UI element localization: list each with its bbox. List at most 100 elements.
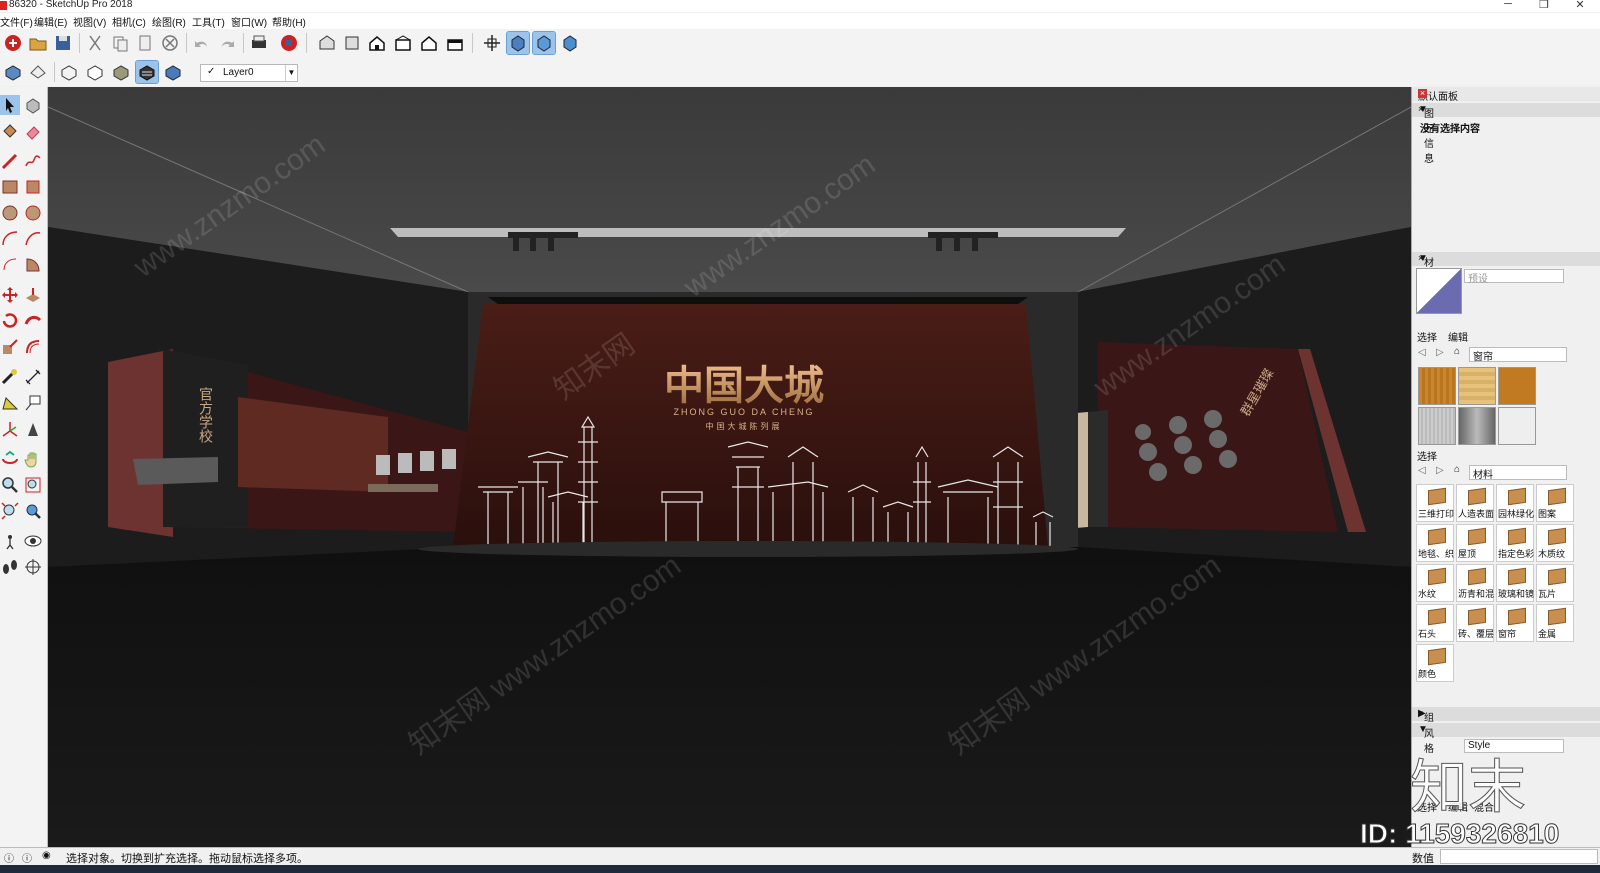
two-point-arc-icon[interactable] bbox=[23, 229, 43, 249]
section-plane-icon[interactable] bbox=[27, 61, 49, 83]
xray-axes-icon[interactable] bbox=[481, 32, 503, 54]
close-icon[interactable]: × bbox=[1418, 708, 1598, 718]
component-icon[interactable] bbox=[2, 61, 24, 83]
previous-view-icon[interactable] bbox=[23, 501, 43, 521]
redo-icon[interactable] bbox=[216, 32, 238, 54]
material-folder[interactable]: 颜色 bbox=[1416, 644, 1454, 682]
material-swatch[interactable] bbox=[1498, 367, 1536, 405]
back-arrow-icon[interactable]: ◁ bbox=[1418, 465, 1426, 476]
monochrome-icon[interactable] bbox=[162, 61, 184, 83]
menu-edit[interactable]: 编辑(E) bbox=[34, 14, 67, 29]
material-folder[interactable]: 砖、覆层 bbox=[1456, 604, 1494, 642]
menu-draw[interactable]: 绘图(R) bbox=[152, 14, 186, 29]
material-folder[interactable]: 瓦片 bbox=[1536, 564, 1574, 602]
top-view-icon[interactable] bbox=[341, 32, 363, 54]
menu-file[interactable]: 文件(F) bbox=[0, 14, 33, 29]
close-icon[interactable]: × bbox=[1418, 89, 1427, 98]
textured-icon[interactable] bbox=[135, 60, 159, 84]
zoom-window-icon[interactable] bbox=[23, 475, 43, 495]
menu-view[interactable]: 视图(V) bbox=[73, 14, 106, 29]
orbit-icon[interactable] bbox=[0, 449, 20, 469]
credits-icon[interactable]: ⓘ bbox=[22, 850, 32, 865]
tape-measure-icon[interactable] bbox=[0, 367, 20, 387]
styles-header[interactable]: ▼ 风格 bbox=[1412, 723, 1600, 755]
close-icon[interactable]: × bbox=[1418, 253, 1598, 263]
right-view-icon[interactable] bbox=[392, 32, 414, 54]
rotated-rectangle-icon[interactable] bbox=[23, 177, 43, 197]
arc-icon[interactable] bbox=[0, 229, 20, 249]
three-point-arc-icon[interactable] bbox=[0, 255, 20, 275]
material-folder[interactable]: 玻璃和镜子 bbox=[1496, 564, 1534, 602]
erase-icon[interactable] bbox=[159, 32, 181, 54]
shaded-icon[interactable] bbox=[110, 61, 132, 83]
material-folder[interactable]: 水纹 bbox=[1416, 564, 1454, 602]
left-view-icon[interactable] bbox=[444, 32, 466, 54]
material-folder[interactable]: 金属 bbox=[1536, 604, 1574, 642]
offset-icon[interactable] bbox=[23, 337, 43, 357]
hidden-line-icon[interactable] bbox=[84, 61, 106, 83]
material-preview[interactable] bbox=[1416, 268, 1462, 314]
close-button[interactable]: ✕ bbox=[1570, 0, 1590, 11]
material-folder[interactable]: 地毯、织物 bbox=[1416, 524, 1454, 562]
close-icon[interactable]: × bbox=[1418, 104, 1598, 114]
undo-icon[interactable] bbox=[191, 32, 213, 54]
menu-tools[interactable]: 工具(T) bbox=[192, 14, 225, 29]
save-icon[interactable] bbox=[52, 32, 74, 54]
material-folder[interactable]: 沥青和混凝土 bbox=[1456, 564, 1494, 602]
tab-edit[interactable]: 编辑 bbox=[1448, 329, 1468, 344]
textured-style-icon[interactable] bbox=[532, 31, 556, 55]
freehand-icon[interactable] bbox=[23, 151, 43, 171]
select-arrow-icon[interactable] bbox=[0, 95, 20, 115]
material-library-dropdown[interactable]: 窗帘 bbox=[1469, 347, 1567, 363]
components-header[interactable]: ▶ 组件 × bbox=[1412, 707, 1600, 739]
model-info-icon[interactable] bbox=[278, 32, 300, 54]
cut-icon[interactable] bbox=[84, 32, 106, 54]
back-arrow-icon[interactable]: ◁ bbox=[1418, 347, 1426, 358]
material-folder[interactable]: 指定色彩 bbox=[1496, 524, 1534, 562]
scale-icon[interactable] bbox=[0, 337, 20, 357]
rotate-icon[interactable] bbox=[0, 311, 20, 331]
open-folder-icon[interactable] bbox=[27, 32, 49, 54]
material-folder[interactable]: 人造表面 bbox=[1456, 484, 1494, 522]
3d-viewport[interactable]: 官方学校 群星璀璨 中国大城 ZHONG GUO DA CHENG 中国大城陈列… bbox=[48, 87, 1411, 847]
entity-info-header[interactable]: ▼ 图元信息 × bbox=[1412, 103, 1600, 165]
zoom-extents-icon[interactable] bbox=[0, 501, 20, 521]
home-icon[interactable]: ⌂ bbox=[1454, 464, 1460, 475]
material-folder[interactable]: 图案 bbox=[1536, 484, 1574, 522]
monochrome-style-icon[interactable] bbox=[559, 32, 581, 54]
chevron-down-icon[interactable]: ▼ bbox=[285, 65, 297, 81]
menu-window[interactable]: 窗口(W) bbox=[231, 14, 267, 29]
tab-select[interactable]: 选择 bbox=[1417, 329, 1437, 344]
user-icon[interactable]: ◉ bbox=[42, 850, 51, 861]
geolocation-icon[interactable]: ⓘ bbox=[4, 850, 14, 865]
material-folder[interactable]: 屋顶 bbox=[1456, 524, 1494, 562]
section-icon[interactable] bbox=[23, 557, 43, 577]
zoom-icon[interactable] bbox=[0, 475, 20, 495]
material-folder[interactable]: 园林绿化 bbox=[1496, 484, 1534, 522]
layer-dropdown[interactable]: ✓ Layer0 ▼ bbox=[200, 64, 298, 82]
material-collection-dropdown[interactable]: 材料 bbox=[1469, 465, 1567, 481]
polygon-icon[interactable] bbox=[23, 203, 43, 223]
material-swatch[interactable] bbox=[1498, 407, 1536, 445]
iso-view-icon[interactable] bbox=[316, 32, 338, 54]
menu-camera[interactable]: 相机(C) bbox=[112, 14, 146, 29]
rectangle-icon[interactable] bbox=[0, 177, 20, 197]
home-icon[interactable]: ⌂ bbox=[1454, 346, 1460, 357]
circle-icon[interactable] bbox=[0, 203, 20, 223]
position-camera-icon[interactable] bbox=[0, 531, 20, 551]
eraser-icon[interactable] bbox=[23, 121, 43, 141]
material-folder[interactable]: 木质纹 bbox=[1536, 524, 1574, 562]
front-view-icon[interactable] bbox=[366, 32, 388, 54]
make-component-icon[interactable] bbox=[23, 95, 43, 115]
3d-text-icon[interactable] bbox=[23, 419, 43, 439]
pie-icon[interactable] bbox=[23, 255, 43, 275]
material-folder[interactable]: 石头 bbox=[1416, 604, 1454, 642]
forward-arrow-icon[interactable]: ▷ bbox=[1436, 347, 1444, 358]
print-icon[interactable] bbox=[248, 32, 270, 54]
line-pencil-icon[interactable] bbox=[0, 151, 20, 171]
paste-icon[interactable] bbox=[134, 32, 156, 54]
new-file-icon[interactable] bbox=[2, 32, 24, 54]
menu-help[interactable]: 帮助(H) bbox=[272, 14, 306, 29]
material-swatch[interactable] bbox=[1418, 407, 1456, 445]
protractor-icon[interactable] bbox=[0, 393, 20, 413]
